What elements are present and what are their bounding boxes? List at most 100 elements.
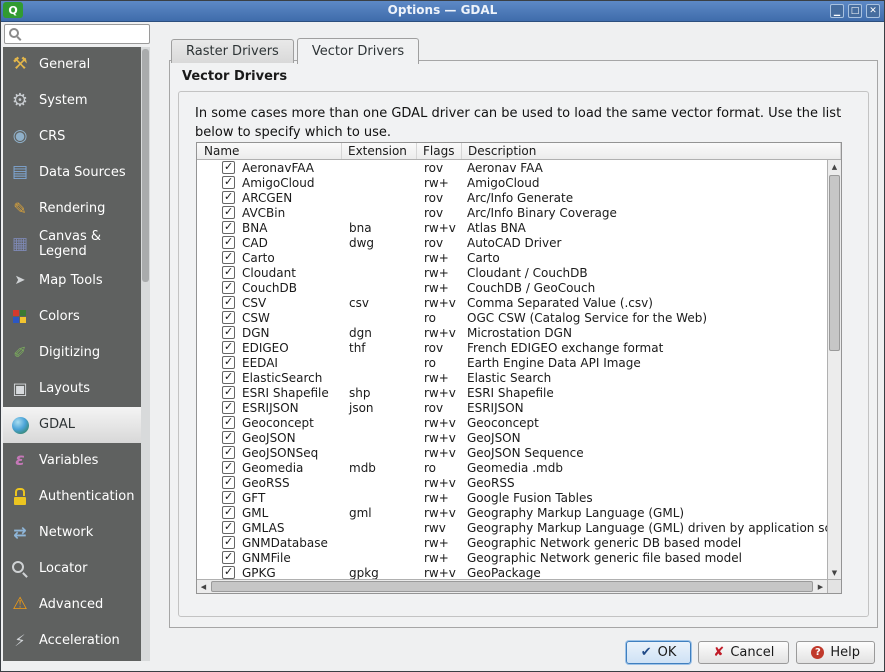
table-row[interactable]: CAD dwg rov AutoCAD Driver <box>197 235 827 250</box>
table-row[interactable]: Carto rw+ Carto <box>197 250 827 265</box>
driver-checkbox[interactable] <box>222 296 235 309</box>
driver-name: GeoJSON <box>242 431 296 445</box>
cell-description: Geoconcept <box>462 416 827 430</box>
driver-checkbox[interactable] <box>222 326 235 339</box>
tab-raster-drivers[interactable]: Raster Drivers <box>171 39 294 63</box>
table-row[interactable]: CSV csv rw+v Comma Separated Value (.csv… <box>197 295 827 310</box>
driver-checkbox[interactable] <box>222 266 235 279</box>
table-row[interactable]: ARCGEN rov Arc/Info Generate <box>197 190 827 205</box>
sidebar-item-advanced[interactable]: Advanced <box>3 587 141 623</box>
tab-vector-drivers[interactable]: Vector Drivers <box>297 38 419 64</box>
scroll-down-icon[interactable]: ▼ <box>828 566 841 579</box>
table-row[interactable]: CouchDB rw+ CouchDB / GeoCouch <box>197 280 827 295</box>
driver-checkbox[interactable] <box>222 176 235 189</box>
table-row[interactable]: GMLAS rwv Geography Markup Language (GML… <box>197 520 827 535</box>
table-row[interactable]: Geoconcept rw+v Geoconcept <box>197 415 827 430</box>
column-header-extension[interactable]: Extension <box>342 143 417 159</box>
table-row[interactable]: EEDAI ro Earth Engine Data API Image <box>197 355 827 370</box>
titlebar[interactable]: Q Options — GDAL <box>1 1 884 22</box>
table-row[interactable]: GeoJSONSeq rw+v GeoJSON Sequence <box>197 445 827 460</box>
driver-checkbox[interactable] <box>222 206 235 219</box>
driver-checkbox[interactable] <box>222 416 235 429</box>
sidebar-item-map-tools[interactable]: Map Tools <box>3 263 141 299</box>
settings-search-input[interactable] <box>23 25 149 43</box>
driver-checkbox[interactable] <box>222 311 235 324</box>
scroll-right-icon[interactable]: ▶ <box>814 580 827 593</box>
driver-checkbox[interactable] <box>222 221 235 234</box>
driver-checkbox[interactable] <box>222 491 235 504</box>
sidebar-item-gdal[interactable]: GDAL <box>3 407 141 443</box>
driver-checkbox[interactable] <box>222 386 235 399</box>
table-row[interactable]: Cloudant rw+ Cloudant / CouchDB <box>197 265 827 280</box>
table-row[interactable]: ElasticSearch rw+ Elastic Search <box>197 370 827 385</box>
driver-checkbox[interactable] <box>222 461 235 474</box>
table-body: AeronavFAA rov Aeronav FAA AmigoCloud rw… <box>197 160 827 579</box>
sidebar-item-layouts[interactable]: Layouts <box>3 371 141 407</box>
column-header-flags[interactable]: Flags <box>417 143 462 159</box>
maximize-button[interactable] <box>848 4 862 18</box>
driver-checkbox[interactable] <box>222 281 235 294</box>
driver-checkbox[interactable] <box>222 236 235 249</box>
sidebar-item-colors[interactable]: Colors <box>3 299 141 335</box>
driver-checkbox[interactable] <box>222 341 235 354</box>
driver-checkbox[interactable] <box>222 476 235 489</box>
table-row[interactable]: BNA bna rw+v Atlas BNA <box>197 220 827 235</box>
table-row[interactable]: AVCBin rov Arc/Info Binary Coverage <box>197 205 827 220</box>
driver-checkbox[interactable] <box>222 521 235 534</box>
driver-checkbox[interactable] <box>222 356 235 369</box>
driver-checkbox[interactable] <box>222 371 235 384</box>
sidebar-item-digitizing[interactable]: Digitizing <box>3 335 141 371</box>
table-row[interactable]: GNMFile rw+ Geographic Network generic f… <box>197 550 827 565</box>
sidebar-item-canvas-legend[interactable]: Canvas & Legend <box>3 227 141 263</box>
table-row[interactable]: AmigoCloud rw+ AmigoCloud <box>197 175 827 190</box>
table-row[interactable]: EDIGEO thf rov French EDIGEO exchange fo… <box>197 340 827 355</box>
ok-button[interactable]: OK <box>626 641 692 664</box>
horizontal-scroll-thumb[interactable] <box>211 581 813 592</box>
sidebar-item-authentication[interactable]: Authentication <box>3 479 141 515</box>
table-row[interactable]: GPKG gpkg rw+v GeoPackage <box>197 565 827 579</box>
table-row[interactable]: CSW ro OGC CSW (Catalog Service for the … <box>197 310 827 325</box>
sidebar-item-acceleration[interactable]: Acceleration <box>3 623 141 659</box>
cancel-button[interactable]: Cancel <box>698 641 789 664</box>
table-row[interactable]: GeoJSON rw+v GeoJSON <box>197 430 827 445</box>
driver-checkbox[interactable] <box>222 401 235 414</box>
sidebar-scroll-thumb[interactable] <box>142 49 149 282</box>
table-row[interactable]: AeronavFAA rov Aeronav FAA <box>197 160 827 175</box>
driver-checkbox[interactable] <box>222 536 235 549</box>
table-row[interactable]: GML gml rw+v Geography Markup Language (… <box>197 505 827 520</box>
driver-checkbox[interactable] <box>222 506 235 519</box>
scroll-left-icon[interactable]: ◀ <box>197 580 210 593</box>
sidebar-item-variables[interactable]: Variables <box>3 443 141 479</box>
minimize-button[interactable] <box>830 4 844 18</box>
table-row[interactable]: GNMDatabase rw+ Geographic Network gener… <box>197 535 827 550</box>
driver-checkbox[interactable] <box>222 566 235 579</box>
sidebar-item-crs[interactable]: CRS <box>3 119 141 155</box>
table-row[interactable]: ESRI Shapefile shp rw+v ESRI Shapefile <box>197 385 827 400</box>
sidebar-item-general[interactable]: General <box>3 47 141 83</box>
table-row[interactable]: ESRIJSON json rov ESRIJSON <box>197 400 827 415</box>
close-button[interactable] <box>866 4 880 18</box>
sidebar-item-network[interactable]: Network <box>3 515 141 551</box>
scroll-up-icon[interactable]: ▲ <box>828 160 841 173</box>
table-row[interactable]: GFT rw+ Google Fusion Tables <box>197 490 827 505</box>
help-button[interactable]: Help <box>796 641 875 664</box>
driver-checkbox[interactable] <box>222 431 235 444</box>
column-header-description[interactable]: Description <box>462 143 841 159</box>
driver-checkbox[interactable] <box>222 551 235 564</box>
sidebar-item-system[interactable]: System <box>3 83 141 119</box>
table-row[interactable]: GeoRSS rw+v GeoRSS <box>197 475 827 490</box>
column-header-name[interactable]: Name <box>197 143 342 159</box>
sidebar-item-locator[interactable]: Locator <box>3 551 141 587</box>
sidebar-item-rendering[interactable]: Rendering <box>3 191 141 227</box>
driver-checkbox[interactable] <box>222 191 235 204</box>
table-row[interactable]: Geomedia mdb ro Geomedia .mdb <box>197 460 827 475</box>
horizontal-scrollbar[interactable]: ◀ ▶ <box>197 579 827 593</box>
vertical-scrollbar[interactable]: ▲ ▼ <box>827 160 841 579</box>
driver-checkbox[interactable] <box>222 161 235 174</box>
sidebar-scrollbar[interactable] <box>141 47 150 661</box>
driver-checkbox[interactable] <box>222 446 235 459</box>
table-row[interactable]: DGN dgn rw+v Microstation DGN <box>197 325 827 340</box>
sidebar-item-data-sources[interactable]: Data Sources <box>3 155 141 191</box>
vertical-scroll-thumb[interactable] <box>829 175 840 351</box>
driver-checkbox[interactable] <box>222 251 235 264</box>
